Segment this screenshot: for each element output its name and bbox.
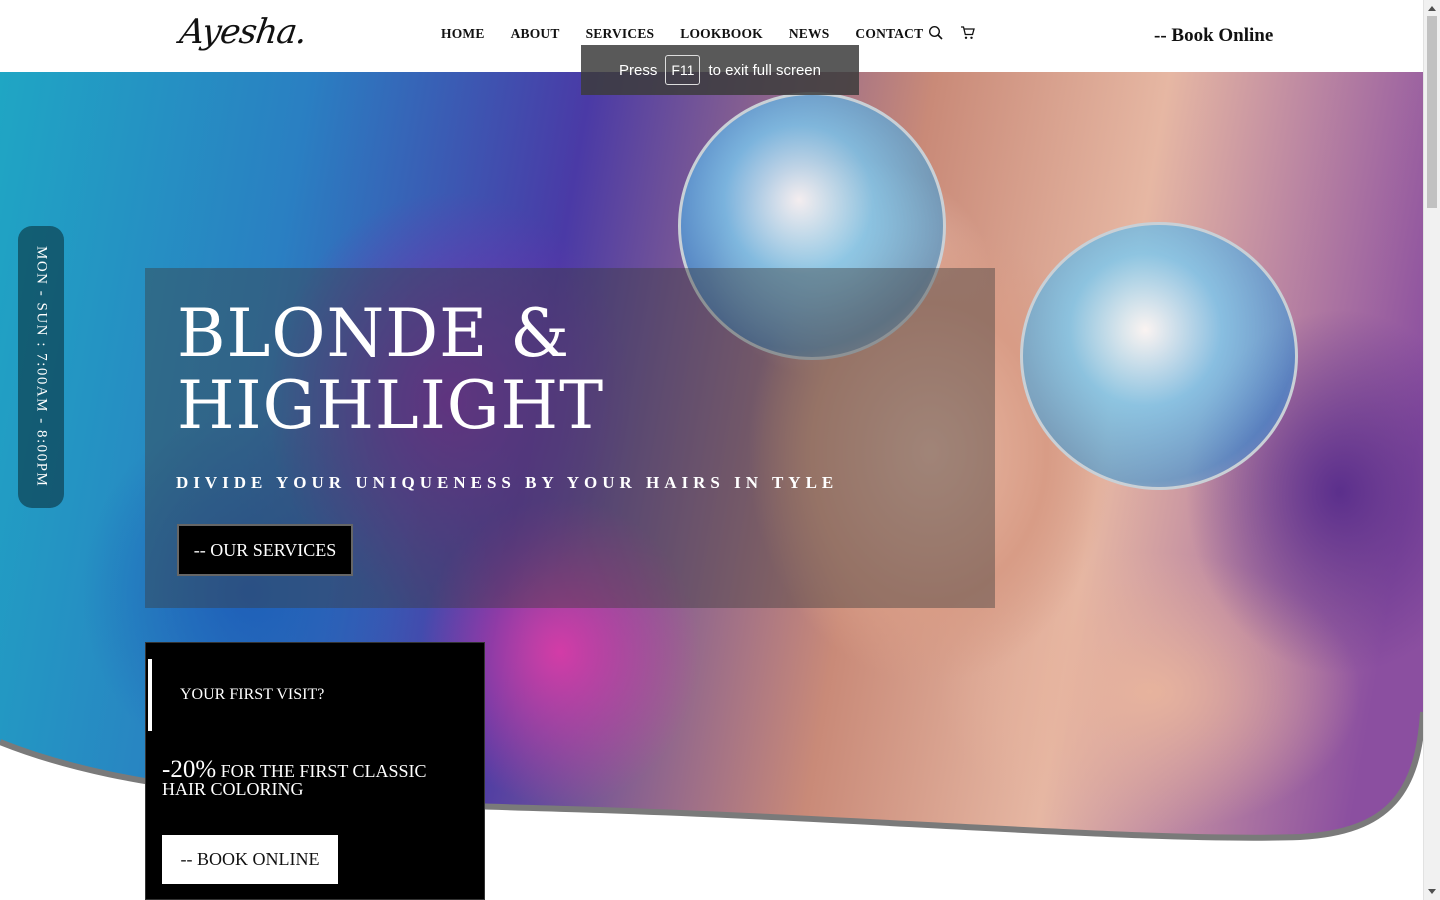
- hero-title: BLONDE & HIGHLIGHT: [177, 298, 697, 442]
- scroll-up-arrow-icon[interactable]: [1428, 6, 1436, 11]
- first-visit-card: YOUR FIRST VISIT? -20% FOR THE FIRST CLA…: [145, 642, 485, 900]
- book-online-link[interactable]: -- Book Online: [1154, 25, 1273, 47]
- hero-title-line2: HIGHLIGHT: [177, 367, 605, 444]
- scrollbar-thumb[interactable]: [1427, 16, 1437, 208]
- nav-home[interactable]: HOME: [441, 26, 485, 42]
- scroll-down-arrow-icon[interactable]: [1428, 889, 1436, 894]
- first-visit-title: YOUR FIRST VISIT?: [180, 686, 325, 703]
- opening-hours-badge: MON - SUN : 7:00AM - 8:00PM: [18, 226, 64, 508]
- our-services-button[interactable]: -- OUR SERVICES: [177, 524, 353, 576]
- fullscreen-prefix: Press: [619, 61, 658, 79]
- nav-services[interactable]: SERVICES: [586, 26, 655, 42]
- page-scrollbar[interactable]: [1423, 0, 1440, 900]
- hero-title-line1: BLONDE &: [177, 295, 571, 372]
- nav-contact[interactable]: CONTACT: [855, 26, 923, 42]
- cart-icon[interactable]: [960, 25, 978, 43]
- f11-key: F11: [665, 55, 701, 85]
- fullscreen-suffix: to exit full screen: [708, 61, 821, 79]
- hero-subtitle: DIVIDE YOUR UNIQUENESS BY YOUR HAIRS IN …: [176, 473, 839, 492]
- book-online-button[interactable]: -- BOOK ONLINE: [162, 835, 338, 884]
- nav-lookbook[interactable]: LOOKBOOK: [680, 26, 763, 42]
- hero-panel: BLONDE & HIGHLIGHT DIVIDE YOUR UNIQUENES…: [145, 268, 995, 608]
- first-visit-offer: -20% FOR THE FIRST CLASSIC HAIR COLORING: [162, 757, 462, 798]
- fullscreen-notice: Press F11 to exit full screen: [581, 45, 859, 95]
- glasses-right-lens: [1020, 222, 1298, 490]
- nav-about[interactable]: ABOUT: [511, 26, 560, 42]
- opening-hours-text: MON - SUN : 7:00AM - 8:00PM: [33, 246, 50, 488]
- main-nav: HOME ABOUT SERVICES LOOKBOOK NEWS CONTAC…: [428, 26, 936, 42]
- search-icon[interactable]: [928, 25, 946, 43]
- first-visit-accent-bar: [148, 659, 152, 731]
- nav-news[interactable]: NEWS: [789, 26, 830, 42]
- logo[interactable]: Ayesha.: [177, 12, 309, 52]
